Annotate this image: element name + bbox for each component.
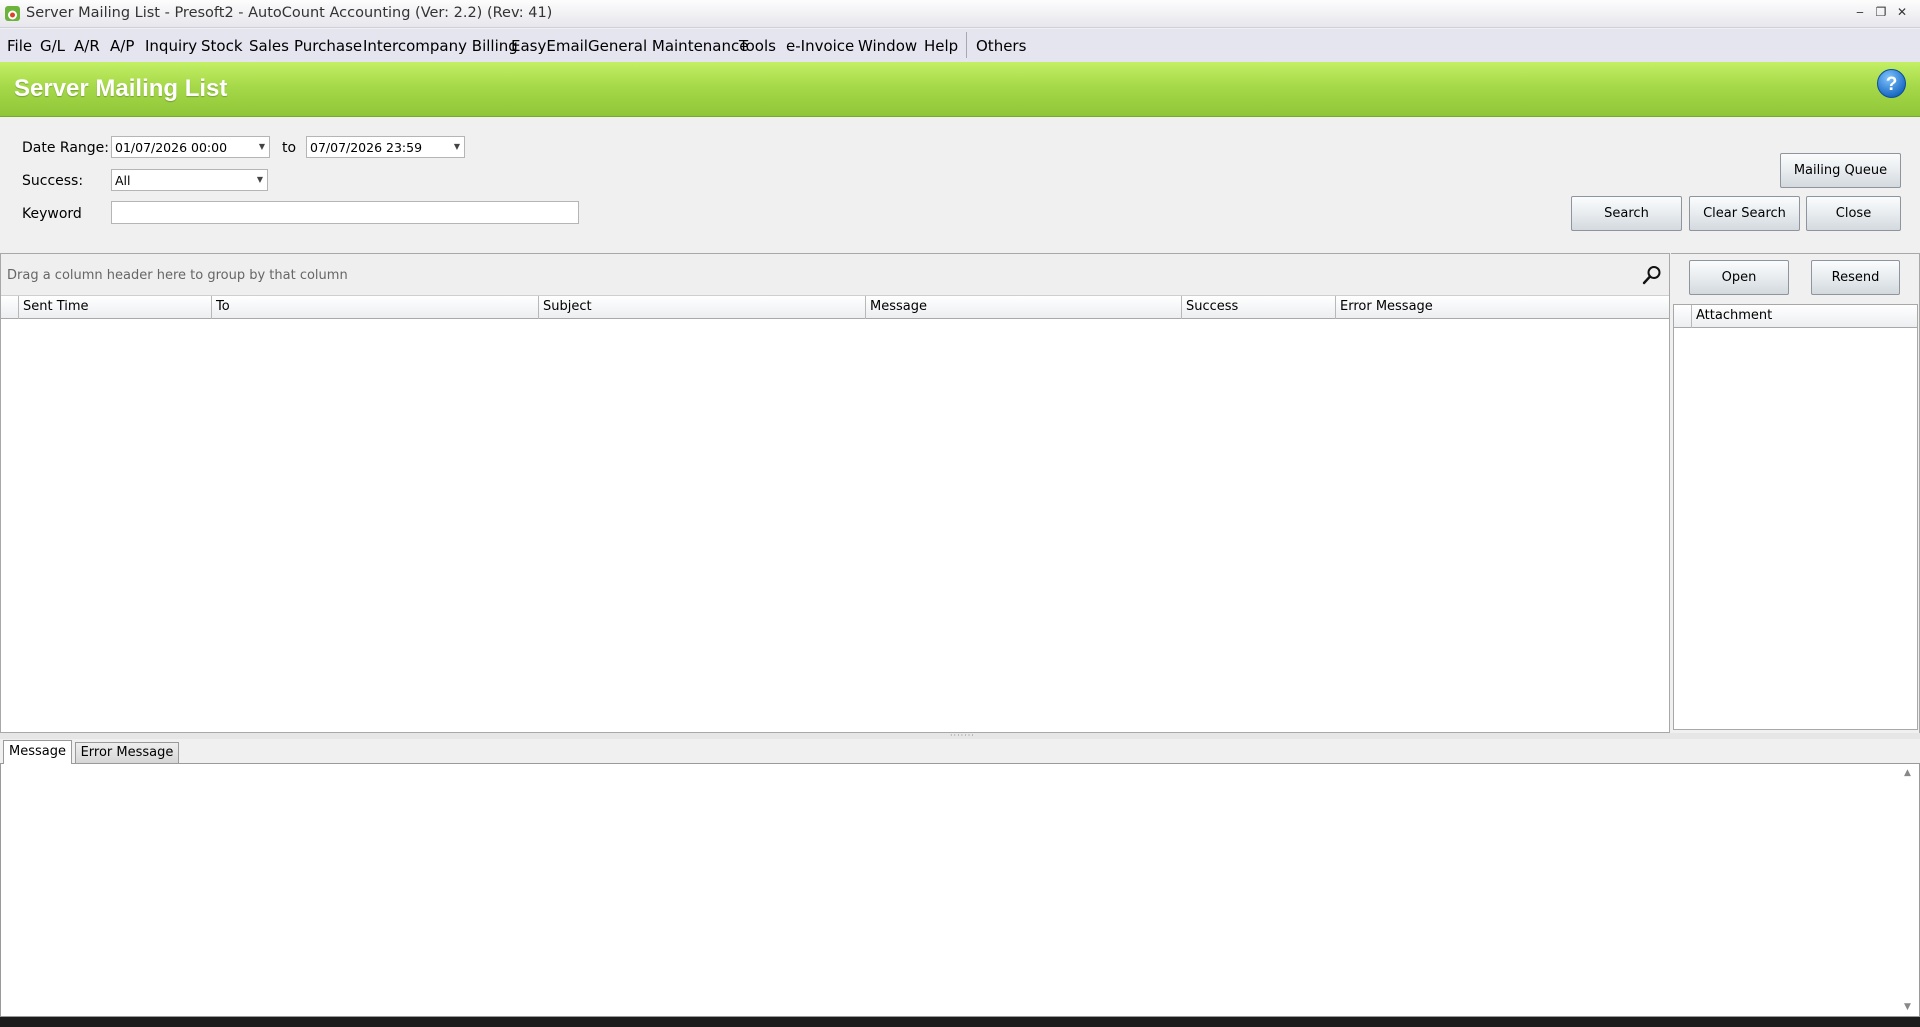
menu-gl[interactable]: G/L xyxy=(40,37,65,55)
close-button[interactable]: Close xyxy=(1806,196,1901,231)
tab-error-message[interactable]: Error Message xyxy=(75,742,179,763)
date-from-value: 01/07/2026 00:00 xyxy=(115,140,228,155)
menu-bar: File G/L A/R A/P Inquiry Stock Sales Pur… xyxy=(0,29,1920,62)
restore-button[interactable]: ❐ xyxy=(1872,5,1890,19)
grid-header-row: Sent Time To Subject Message Success Err… xyxy=(1,296,1669,319)
to-label: to xyxy=(282,140,297,156)
column-subject[interactable]: Subject xyxy=(539,296,866,319)
menu-ap[interactable]: A/P xyxy=(110,37,134,55)
menu-e-invoice[interactable]: e-Invoice xyxy=(786,37,854,55)
column-sent-time[interactable]: Sent Time xyxy=(19,296,212,319)
success-select[interactable]: All ▼ xyxy=(111,169,268,191)
search-button[interactable]: Search xyxy=(1571,196,1682,231)
chevron-down-icon[interactable]: ▼ xyxy=(454,142,460,151)
column-error-message[interactable]: Error Message xyxy=(1336,296,1669,319)
title-bar: Server Mailing List - Presoft2 - AutoCou… xyxy=(0,0,1920,28)
menu-file[interactable]: File xyxy=(7,37,32,55)
chevron-down-icon[interactable]: ▼ xyxy=(259,142,265,151)
grip-icon: ······· xyxy=(950,731,975,740)
date-from-picker[interactable]: 01/07/2026 00:00 ▼ xyxy=(111,136,270,158)
vertical-scrollbar[interactable]: ▲ ▼ xyxy=(1901,766,1917,1014)
menu-purchase[interactable]: Purchase xyxy=(294,37,362,55)
search-icon[interactable] xyxy=(1641,264,1663,286)
help-icon[interactable]: ? xyxy=(1876,68,1907,99)
menu-stock[interactable]: Stock xyxy=(201,37,243,55)
keyword-input[interactable] xyxy=(111,201,579,224)
svg-text:?: ? xyxy=(1886,74,1898,95)
app-icon xyxy=(5,6,20,21)
menu-separator xyxy=(966,32,967,58)
message-viewer[interactable]: ▲ ▼ xyxy=(0,763,1920,1017)
scroll-down-icon[interactable]: ▼ xyxy=(1904,1002,1911,1012)
group-by-hint: Drag a column header here to group by th… xyxy=(7,268,348,283)
attachment-grid[interactable]: Attachment xyxy=(1673,304,1918,730)
chevron-down-icon[interactable]: ▼ xyxy=(257,175,263,184)
column-message[interactable]: Message xyxy=(866,296,1182,319)
mailing-list-grid[interactable]: Drag a column header here to group by th… xyxy=(0,253,1670,733)
menu-window[interactable]: Window xyxy=(858,37,917,55)
date-to-value: 07/07/2026 23:59 xyxy=(310,140,423,155)
success-value: All xyxy=(115,173,131,188)
menu-ar[interactable]: A/R xyxy=(74,37,100,55)
tab-message[interactable]: Message xyxy=(3,740,72,764)
menu-intercompany-billing[interactable]: Intercompany Billing xyxy=(363,37,518,55)
close-window-button[interactable]: ✕ xyxy=(1893,5,1911,19)
resend-button[interactable]: Resend xyxy=(1811,260,1900,295)
column-attachment[interactable]: Attachment xyxy=(1692,305,1917,328)
window-title: Server Mailing List - Presoft2 - AutoCou… xyxy=(26,5,553,21)
scroll-up-icon[interactable]: ▲ xyxy=(1904,768,1911,778)
header-banner: Server Mailing List xyxy=(0,62,1920,117)
success-label: Success: xyxy=(22,173,84,189)
taskbar-edge xyxy=(0,1017,1920,1027)
mailing-queue-button[interactable]: Mailing Queue xyxy=(1780,153,1901,188)
open-button[interactable]: Open xyxy=(1689,260,1789,295)
menu-tools[interactable]: Tools xyxy=(739,37,776,55)
row-indicator-header xyxy=(1,296,19,319)
menu-others[interactable]: Others xyxy=(976,37,1026,55)
date-range-label: Date Range: xyxy=(22,140,110,156)
splitter-handle[interactable]: ······· xyxy=(0,731,1920,740)
date-to-picker[interactable]: 07/07/2026 23:59 ▼ xyxy=(306,136,465,158)
clear-search-button[interactable]: Clear Search xyxy=(1689,196,1800,231)
menu-inquiry[interactable]: Inquiry xyxy=(145,37,197,55)
menu-help[interactable]: Help xyxy=(924,37,958,55)
attachment-panel: Open Resend Attachment xyxy=(1671,253,1920,733)
group-by-panel[interactable]: Drag a column header here to group by th… xyxy=(1,254,1669,296)
column-to[interactable]: To xyxy=(212,296,539,319)
keyword-label: Keyword xyxy=(22,206,82,222)
menu-sales[interactable]: Sales xyxy=(249,37,289,55)
row-indicator-header xyxy=(1674,305,1692,328)
column-success[interactable]: Success xyxy=(1182,296,1336,319)
menu-easyemail[interactable]: EasyEmail xyxy=(511,37,588,55)
page-title: Server Mailing List xyxy=(14,75,228,102)
menu-general-maintenance[interactable]: General Maintenance xyxy=(588,37,748,55)
attachment-header-row: Attachment xyxy=(1674,305,1917,328)
minimize-button[interactable]: ‒ xyxy=(1851,5,1869,19)
